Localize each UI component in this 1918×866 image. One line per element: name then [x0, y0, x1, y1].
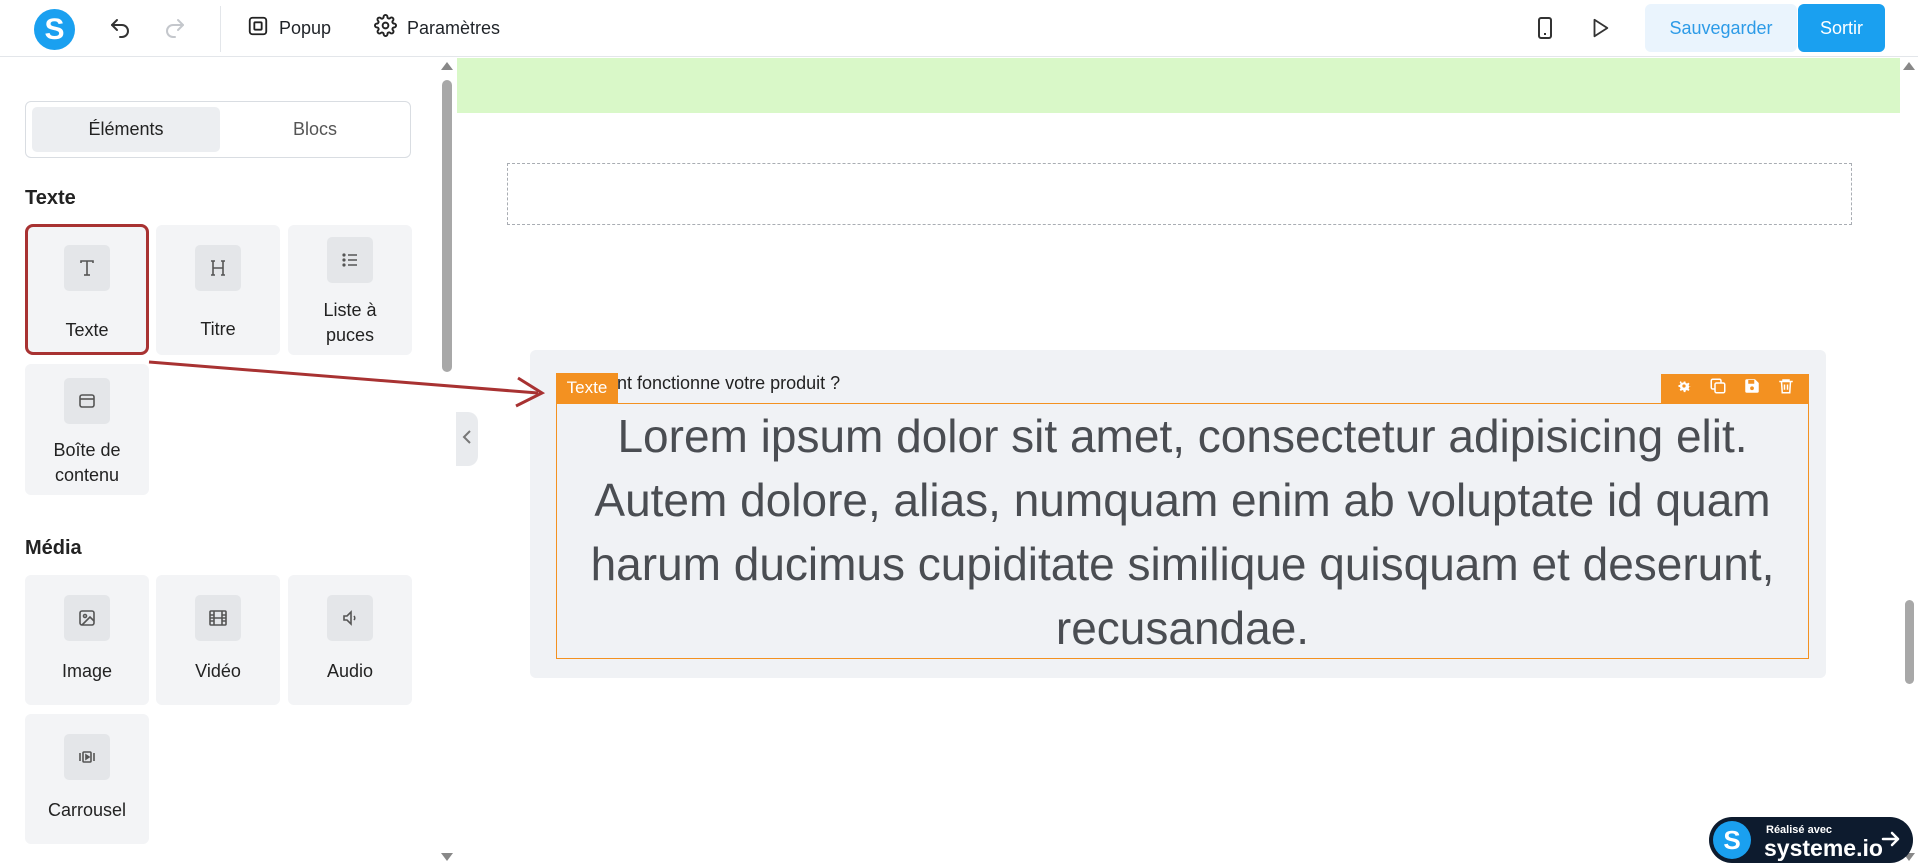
panel-scrollbar-thumb[interactable] — [442, 80, 452, 372]
green-section[interactable] — [457, 58, 1900, 113]
tile-label: Texte — [65, 320, 109, 340]
badge-logo: S — [1713, 821, 1751, 859]
popup-label: Popup — [279, 17, 332, 38]
popup-icon — [247, 15, 269, 42]
scroll-up-arrow[interactable] — [441, 62, 453, 70]
duplicate-icon[interactable] — [1709, 377, 1727, 400]
element-tile-text[interactable]: Texte — [25, 224, 149, 355]
made-with-badge[interactable]: S Réalisé avec systeme.io — [1709, 817, 1913, 863]
element-tile-content-box[interactable]: Boîte de contenu — [25, 364, 149, 495]
content-box-icon — [64, 378, 110, 424]
tile-label: Image — [61, 661, 113, 681]
settings-button[interactable]: Paramètres — [374, 14, 500, 42]
section-title-text: Texte — [25, 187, 76, 209]
popup-button[interactable]: Popup — [247, 14, 331, 42]
tile-label: Vidéo — [195, 661, 241, 681]
chevron-left-icon — [461, 428, 473, 451]
image-icon — [64, 595, 110, 641]
element-toolbar — [1661, 374, 1809, 403]
section-title-media: Média — [25, 537, 82, 559]
panel-tabs: Éléments Blocs — [25, 101, 411, 158]
text-element[interactable]: Lorem ipsum dolor sit amet, consectetur … — [557, 404, 1808, 660]
element-tile-carousel[interactable]: Carrousel — [25, 714, 149, 844]
element-tile-bullet-list[interactable]: Liste à puces — [288, 225, 412, 355]
tab-blocks[interactable]: Blocs — [221, 107, 409, 152]
list-icon — [327, 237, 373, 283]
tile-label: Audio — [326, 661, 374, 681]
audio-icon — [327, 595, 373, 641]
elements-panel: Éléments Blocs Texte Texte Titre Liste à… — [0, 58, 456, 866]
tile-label: Carrousel — [47, 800, 127, 820]
app-logo[interactable]: S — [34, 9, 75, 50]
save-button[interactable]: Sauvegarder — [1645, 4, 1797, 52]
tab-elements[interactable]: Éléments — [32, 107, 220, 152]
carousel-icon — [64, 734, 110, 780]
trash-icon[interactable] — [1777, 377, 1795, 400]
play-icon[interactable] — [1586, 14, 1614, 42]
element-tile-heading[interactable]: Titre — [156, 225, 280, 355]
toolbar-divider — [220, 6, 221, 52]
undo-icon[interactable] — [106, 14, 134, 42]
heading-icon — [195, 245, 241, 291]
collapse-panel-button[interactable] — [456, 412, 478, 466]
exit-button[interactable]: Sortir — [1798, 4, 1885, 52]
settings-label: Paramètres — [407, 17, 501, 38]
element-tile-video[interactable]: Vidéo — [156, 575, 280, 705]
scroll-down-arrow[interactable] — [441, 853, 453, 861]
scroll-up-arrow[interactable] — [1903, 62, 1915, 70]
subtitle-text[interactable]: ent fonctionne votre produit ? — [607, 373, 840, 394]
mobile-icon[interactable] — [1531, 14, 1559, 42]
canvas-scrollbar[interactable] — [1900, 58, 1918, 866]
top-bar: S Popup Paramètres Sauvegarder Sortir — [0, 0, 1918, 57]
tile-label: Boîte de contenu — [53, 440, 121, 485]
empty-drop-zone[interactable] — [507, 163, 1852, 225]
text-icon — [64, 245, 110, 291]
arrow-right-icon — [1879, 827, 1903, 856]
element-tile-image[interactable]: Image — [25, 575, 149, 705]
badge-brand-text: systeme.io — [1764, 835, 1883, 861]
redo-icon[interactable] — [161, 14, 189, 42]
element-tile-audio[interactable]: Audio — [288, 575, 412, 705]
save-icon[interactable] — [1743, 377, 1761, 400]
element-type-label: Texte — [556, 373, 618, 403]
gear-icon[interactable] — [1675, 377, 1693, 400]
tile-label: Titre — [200, 319, 236, 339]
tile-label: Liste à puces — [323, 300, 377, 345]
gear-icon — [374, 14, 397, 42]
canvas-scrollbar-thumb[interactable] — [1905, 600, 1914, 684]
video-icon — [195, 595, 241, 641]
page-canvas: ent fonctionne votre produit ? Lorem ips… — [456, 58, 1900, 866]
